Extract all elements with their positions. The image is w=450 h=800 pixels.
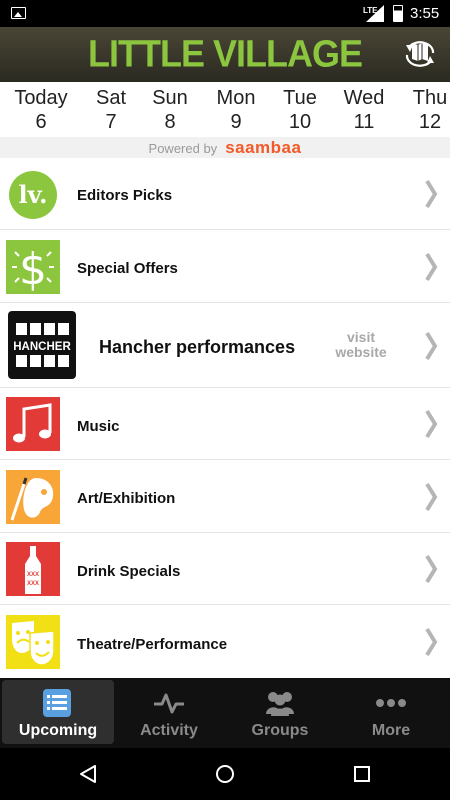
dollar-icon: $ xyxy=(6,240,60,294)
chevron-right-icon xyxy=(425,482,438,512)
recents-icon[interactable] xyxy=(353,765,371,783)
date-tue[interactable]: Tue 10 xyxy=(270,86,330,134)
tab-label: Upcoming xyxy=(18,722,98,739)
category-row-editors-picks[interactable]: lv. Editors Picks xyxy=(0,158,450,230)
chevron-right-icon xyxy=(425,554,438,584)
tab-label: More xyxy=(371,722,411,739)
chevron-right-icon xyxy=(425,179,438,209)
date-mon[interactable]: Mon 9 xyxy=(206,86,266,134)
chevron-right-icon xyxy=(425,409,438,439)
category-row-special-offers[interactable]: $ Special Offers xyxy=(0,230,450,303)
powered-by: Powered by saambaa xyxy=(0,137,450,158)
chevron-right-icon xyxy=(425,331,438,361)
category-row-hancher[interactable]: HANCHER Hancher performances visit websit… xyxy=(0,303,450,388)
home-icon[interactable] xyxy=(215,764,235,784)
tab-label: Groups xyxy=(251,722,309,739)
date-sat[interactable]: Sat 7 xyxy=(81,86,141,134)
system-nav-bar xyxy=(0,748,450,800)
category-label: Drink Specials xyxy=(77,563,181,580)
date-strip: Today 6 Sat 7 Sun 8 Mon 9 Tue 10 Wed 11 Thu 12 xyxy=(0,82,450,137)
app-header: LITTLE VILLAGE xyxy=(0,27,450,82)
refresh-map-icon[interactable] xyxy=(404,39,436,69)
visit-website-link[interactable]: visit website xyxy=(328,330,394,360)
bottom-tab-bar: Upcoming Activity Groups More xyxy=(0,678,450,748)
theatre-masks-icon xyxy=(6,615,60,669)
dots-icon xyxy=(376,699,406,707)
bottle-icon: XXX XXX xyxy=(6,542,60,596)
saambaa-logo: saambaa xyxy=(225,138,302,157)
people-icon xyxy=(266,692,294,716)
tab-activity[interactable]: Activity xyxy=(113,680,225,744)
tab-more[interactable]: More xyxy=(335,680,447,744)
category-label: Hancher performances xyxy=(99,337,296,357)
svg-text:HANCHER: HANCHER xyxy=(13,341,71,353)
category-row-theatre-performance[interactable]: Theatre/Performance xyxy=(0,605,450,678)
chevron-right-icon xyxy=(425,627,438,657)
category-list: lv. Editors Picks $ Special Offers HANCH… xyxy=(0,158,450,678)
date-wed[interactable]: Wed 11 xyxy=(334,86,394,134)
app-title: LITTLE VILLAGE xyxy=(88,31,363,75)
category-label: Theatre/Performance xyxy=(77,636,228,653)
category-row-music[interactable]: Music xyxy=(0,388,450,460)
palette-icon xyxy=(6,470,60,524)
svg-text:$: $ xyxy=(19,244,47,294)
category-row-art-exhibition[interactable]: Art/Exhibition xyxy=(0,460,450,533)
date-thu[interactable]: Thu 12 xyxy=(400,86,450,134)
category-label: Music xyxy=(77,418,120,435)
lv-logo-icon: lv. xyxy=(9,171,57,219)
svg-text:XXX: XXX xyxy=(27,581,39,587)
category-row-drink-specials[interactable]: XXX XXX Drink Specials xyxy=(0,533,450,605)
date-sun[interactable]: Sun 8 xyxy=(140,86,200,134)
image-notification-icon xyxy=(11,7,26,19)
battery-icon xyxy=(393,5,403,22)
signal-icon xyxy=(366,5,384,22)
category-label: Special Offers xyxy=(77,260,178,277)
svg-text:lv.: lv. xyxy=(18,180,47,209)
category-label: Editors Picks xyxy=(77,187,173,204)
music-note-icon xyxy=(6,397,60,451)
svg-text:XXX: XXX xyxy=(27,572,39,578)
date-today[interactable]: Today 6 xyxy=(11,86,71,134)
tab-label: Activity xyxy=(140,722,198,739)
pulse-icon xyxy=(154,693,184,714)
chevron-right-icon xyxy=(425,252,438,282)
tab-groups[interactable]: Groups xyxy=(224,680,336,744)
list-icon xyxy=(43,689,71,717)
tab-upcoming[interactable]: Upcoming xyxy=(2,680,114,744)
status-bar: LTE 3:55 xyxy=(0,0,450,27)
hancher-logo-icon: HANCHER xyxy=(8,311,76,379)
clock: 3:55 xyxy=(410,5,440,22)
category-label: Art/Exhibition xyxy=(77,490,176,507)
back-icon[interactable] xyxy=(78,764,98,784)
